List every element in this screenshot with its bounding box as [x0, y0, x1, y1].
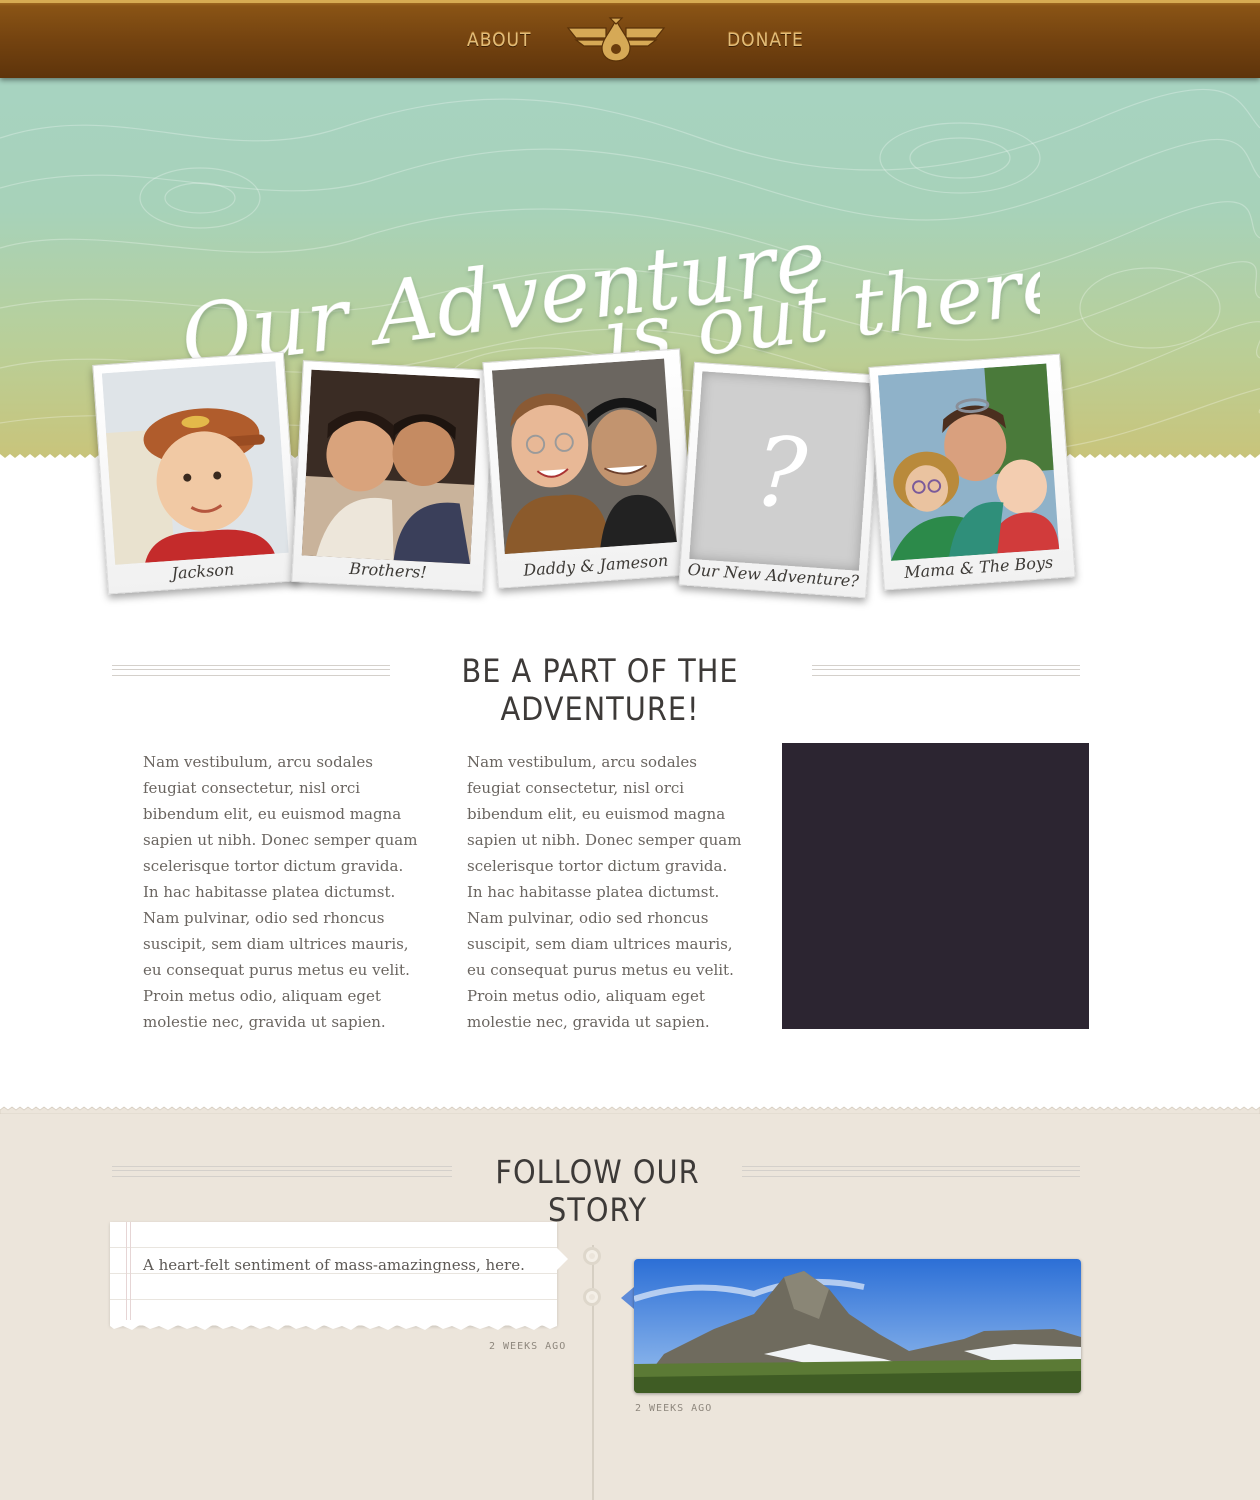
nav-highlight [0, 0, 1260, 3]
story-rule-left [112, 1166, 452, 1177]
photo-brothers [301, 369, 480, 565]
torn-paper-edge [110, 1320, 557, 1330]
mystery-photo-placeholder: ? [689, 371, 872, 571]
question-mark-icon: ? [750, 415, 811, 531]
photo-mama-boys [878, 363, 1060, 561]
polaroid-new-adventure[interactable]: ? Our New Adventure? [678, 361, 882, 599]
mountain-photo-card[interactable] [634, 1259, 1081, 1393]
timeline-line [592, 1245, 594, 1500]
note-margin-line [130, 1222, 131, 1326]
timeline-dot [583, 1247, 601, 1265]
polaroid-caption: Daddy & Jameson [522, 550, 669, 580]
top-navigation-bar: ABOUT DONATE [0, 0, 1260, 78]
story-rule-right [742, 1166, 1080, 1177]
polaroid-jackson[interactable]: Jackson [92, 351, 300, 595]
note-margin-line [126, 1222, 127, 1326]
note-text: A heart-felt sentiment of mass-amazingne… [143, 1256, 525, 1274]
story-note-card[interactable]: A heart-felt sentiment of mass-amazingne… [110, 1222, 557, 1326]
nav-donate-link[interactable]: DONATE [727, 27, 804, 53]
winged-drop-logo-icon[interactable] [566, 14, 666, 64]
video-player[interactable] [782, 743, 1089, 1029]
polaroid-daddy-jameson[interactable]: Daddy & Jameson [482, 348, 696, 589]
story-section-title: FOLLOW OUR STORY [495, 1153, 700, 1229]
post-timestamp: 2 WEEKS AGO [489, 1341, 567, 1352]
story-zigzag-edge [0, 1106, 1260, 1114]
title-rule-right [812, 665, 1080, 676]
title-rule-left [112, 665, 390, 676]
polaroid-brothers[interactable]: Brothers! [291, 360, 495, 592]
photo-pointer [621, 1287, 634, 1309]
adventure-text-column-1: Nam vestibulum, arcu sodales feugiat con… [143, 753, 418, 1031]
nav-about-link[interactable]: ABOUT [467, 27, 532, 53]
post-timestamp: 2 WEEKS AGO [635, 1403, 713, 1414]
adventure-section-title: BE A PART OF THE ADVENTURE! [461, 652, 739, 728]
polaroid-mama-boys[interactable]: Mama & The Boys [868, 353, 1076, 591]
note-pointer [557, 1248, 568, 1270]
timeline-dot [583, 1288, 601, 1306]
photo-daddy-jameson [491, 358, 677, 555]
photo-jackson [101, 361, 289, 565]
adventure-text-column-2: Nam vestibulum, arcu sodales feugiat con… [467, 753, 742, 1031]
